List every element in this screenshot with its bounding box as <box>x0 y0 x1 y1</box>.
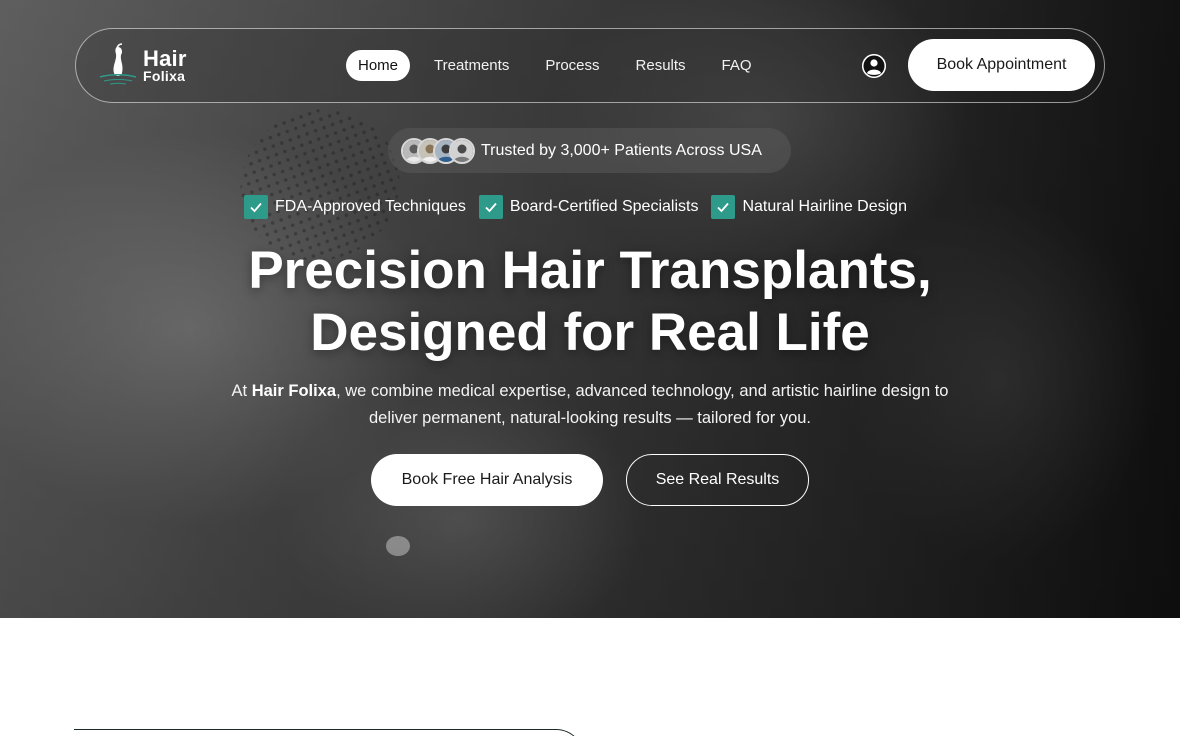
nav-item-process[interactable]: Process <box>533 50 611 81</box>
checkmark-icon <box>244 195 268 219</box>
hero-description-brand: Hair Folixa <box>251 382 337 400</box>
feature-badge: FDA-Approved Techniques <box>244 195 466 219</box>
navbar: Hair Folixa Home Treatments Process Resu… <box>75 28 1105 103</box>
trust-text: Trusted by 3,000+ Patients Across USA <box>481 141 762 159</box>
logo-text-folixa: Folixa <box>143 68 186 84</box>
section-card-outline <box>74 729 584 736</box>
user-account-button[interactable] <box>862 54 886 78</box>
hero-description: At Hair Folixa, we combine medical exper… <box>230 378 950 432</box>
logo[interactable]: Hair Folixa <box>98 41 208 93</box>
checkmark-icon <box>478 195 503 219</box>
hero-headline: Precision Hair Transplants, Designed for… <box>0 240 1180 364</box>
feature-badges: FDA-Approved Techniques Board-Certified … <box>244 195 920 219</box>
feature-badge: Natural Hairline Design <box>711 195 907 219</box>
see-real-results-button[interactable]: See Real Results <box>626 454 809 506</box>
feature-badge-label: Board-Certified Specialists <box>509 198 699 215</box>
nav-item-results[interactable]: Results <box>624 50 698 81</box>
patient-avatars <box>401 137 479 164</box>
hero-headline-line1: Precision Hair Transplants, <box>248 241 932 300</box>
nav-item-faq[interactable]: FAQ <box>710 50 764 81</box>
nav-item-home[interactable]: Home <box>346 49 411 81</box>
hero-description-rest: , we combine medical expertise, advanced… <box>336 382 949 427</box>
book-appointment-button[interactable]: Book Appointment <box>908 39 1095 91</box>
avatar <box>449 137 475 164</box>
feature-badge: Board-Certified Specialists <box>478 195 699 219</box>
user-circle-icon <box>862 54 886 78</box>
nav-item-treatments[interactable]: Treatments <box>422 50 521 81</box>
hero-description-prefix: At <box>231 382 252 400</box>
next-section <box>0 618 1180 736</box>
book-free-analysis-button[interactable]: Book Free Hair Analysis <box>371 454 603 506</box>
trust-badge: Trusted by 3,000+ Patients Across USA <box>388 128 791 173</box>
feature-badge-label: FDA-Approved Techniques <box>275 198 466 215</box>
hero-section: Hair Folixa Home Treatments Process Resu… <box>0 0 1180 618</box>
feature-badge-label: Natural Hairline Design <box>742 198 907 215</box>
logo-mark-icon <box>99 43 137 85</box>
checkmark-icon <box>711 195 736 219</box>
nav-menu: Home Treatments Process Results FAQ <box>346 49 776 81</box>
hero-headline-line2: Designed for Real Life <box>310 303 870 362</box>
